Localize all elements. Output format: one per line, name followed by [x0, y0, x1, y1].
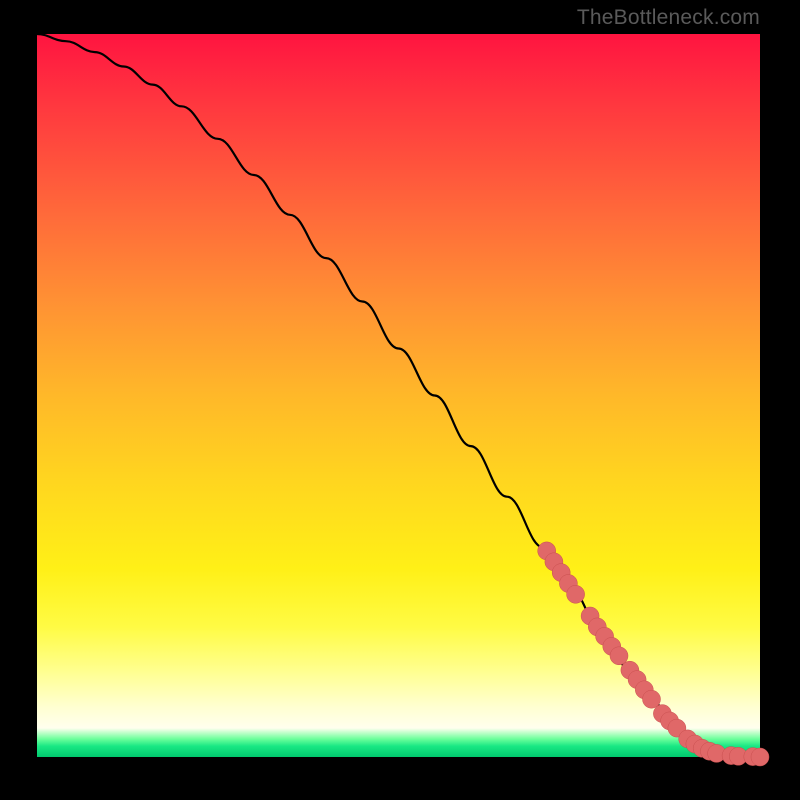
data-marker [643, 690, 661, 708]
plot-area [37, 34, 760, 757]
attribution-text: TheBottleneck.com [577, 6, 760, 30]
curve-svg [37, 34, 760, 757]
chart-frame: TheBottleneck.com [0, 0, 800, 800]
bottleneck-curve [37, 34, 760, 757]
marker-group [538, 542, 769, 766]
data-marker [610, 647, 628, 665]
data-marker [567, 585, 585, 603]
data-marker [751, 748, 769, 766]
